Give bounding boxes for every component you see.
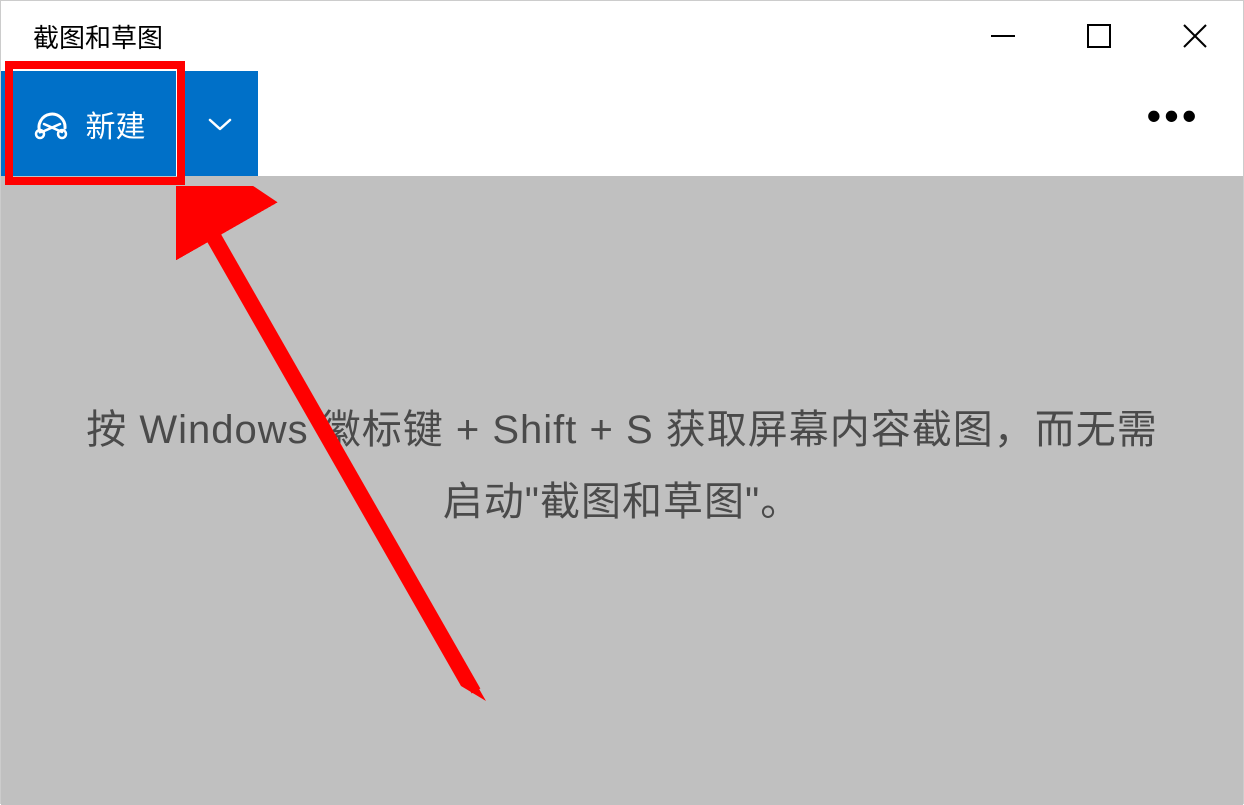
toolbar-spacer: [258, 71, 1133, 176]
minimize-button[interactable]: [955, 1, 1051, 71]
maximize-button[interactable]: [1051, 1, 1147, 71]
window-controls: [955, 1, 1243, 71]
chevron-down-icon: [205, 109, 235, 139]
snip-icon: [32, 104, 72, 144]
maximize-icon: [1086, 23, 1112, 49]
toolbar: 新建 •••: [1, 71, 1243, 176]
more-button[interactable]: •••: [1133, 71, 1213, 176]
shortcut-hint: 按 Windows 徽标键 + Shift + S 获取屏幕内容截图，而无需启动…: [72, 394, 1172, 538]
new-dropdown-button[interactable]: [182, 71, 258, 176]
more-icon: •••: [1146, 92, 1199, 140]
app-title: 截图和草图: [33, 18, 163, 55]
new-button[interactable]: 新建: [1, 71, 176, 176]
content-area: 按 Windows 徽标键 + Shift + S 获取屏幕内容截图，而无需启动…: [1, 176, 1243, 805]
minimize-icon: [989, 22, 1017, 50]
new-button-label: 新建: [86, 102, 146, 146]
titlebar: 截图和草图: [1, 1, 1243, 71]
close-icon: [1180, 21, 1210, 51]
close-button[interactable]: [1147, 1, 1243, 71]
